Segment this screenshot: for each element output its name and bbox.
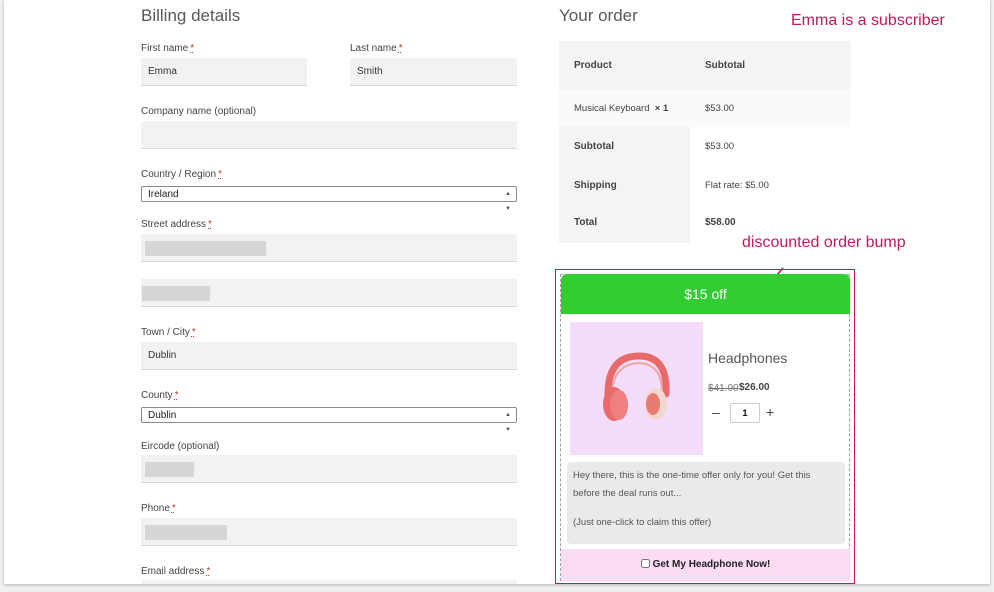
order-title: Your order — [559, 6, 638, 25]
first-name-field[interactable]: Emma — [141, 58, 307, 86]
town-label: Town / City * — [141, 327, 196, 338]
order-item-price: $53.00 — [705, 103, 735, 114]
select-arrow-icon: ▲ ▼ — [505, 191, 511, 212]
bump-price-new: $26.00 — [739, 382, 770, 393]
first-name-label: First name * — [141, 43, 195, 54]
eircode-field[interactable] — [141, 455, 517, 483]
bump-claim-label[interactable]: Get My Headphone Now! — [653, 559, 771, 570]
order-bump: $15 off Headphones $41.00 $26.00 – 1 + H… — [555, 269, 855, 584]
street-field-2[interactable] — [141, 279, 517, 307]
qty-decrease-button[interactable]: – — [712, 404, 720, 420]
email-label: Email address * — [141, 566, 211, 577]
order-total-value: $58.00 — [705, 217, 736, 228]
order-head-subtotal: Subtotal — [705, 60, 745, 71]
county-label: County * — [141, 390, 179, 401]
bump-offer-text: Hey there, this is the one-time offer on… — [567, 462, 845, 544]
street-label: Street address * — [141, 219, 212, 230]
bump-product-name: Headphones — [708, 350, 788, 366]
bump-price-old: $41.00 — [708, 383, 739, 394]
billing-title: Billing details — [141, 6, 241, 25]
phone-label: Phone * — [141, 503, 176, 514]
eircode-label: Eircode (optional) — [141, 441, 220, 452]
checkout-page: Billing details First name * Emma Last na… — [4, 0, 990, 584]
street-field[interactable] — [141, 234, 517, 262]
county-select[interactable]: Dublin ▲ ▼ — [141, 407, 517, 433]
last-name-label: Last name * — [350, 43, 403, 54]
town-field[interactable]: Dublin — [141, 342, 517, 370]
bump-claim-checkbox[interactable] — [640, 559, 650, 568]
email-field[interactable] — [141, 580, 517, 584]
country-select[interactable]: Ireland ▲ ▼ — [141, 186, 517, 212]
offer-line-1: Hey there, this is the one-time offer on… — [573, 470, 811, 499]
order-bump-annotation: discounted order bump — [742, 234, 906, 251]
order-head-product: Product — [574, 60, 612, 71]
bump-claim-row[interactable]: Get My Headphone Now! — [561, 549, 850, 581]
subscriber-annotation: Emma is a subscriber — [791, 12, 945, 29]
bump-product-image — [570, 322, 703, 455]
order-total-label: Total — [574, 217, 598, 228]
last-name-field[interactable]: Smith — [350, 58, 517, 86]
select-arrow-icon: ▲ ▼ — [505, 412, 511, 433]
company-label: Company name (optional) — [141, 106, 257, 117]
offer-line-2: (Just one-click to claim this offer) — [573, 517, 712, 528]
order-subtotal-value: $53.00 — [705, 141, 735, 152]
phone-field[interactable] — [141, 518, 517, 546]
bump-discount-banner: $15 off — [561, 274, 850, 314]
headphones-icon — [603, 352, 670, 421]
qty-input[interactable]: 1 — [730, 403, 760, 423]
qty-increase-button[interactable]: + — [766, 404, 774, 420]
order-subtotal-label: Subtotal — [574, 141, 614, 152]
order-shipping-value: Flat rate: $5.00 — [705, 180, 769, 191]
order-item: Musical Keyboard × 1 — [574, 103, 669, 114]
company-field[interactable] — [141, 121, 517, 149]
order-shipping-label: Shipping — [574, 180, 617, 191]
country-label: Country / Region * — [141, 169, 222, 180]
